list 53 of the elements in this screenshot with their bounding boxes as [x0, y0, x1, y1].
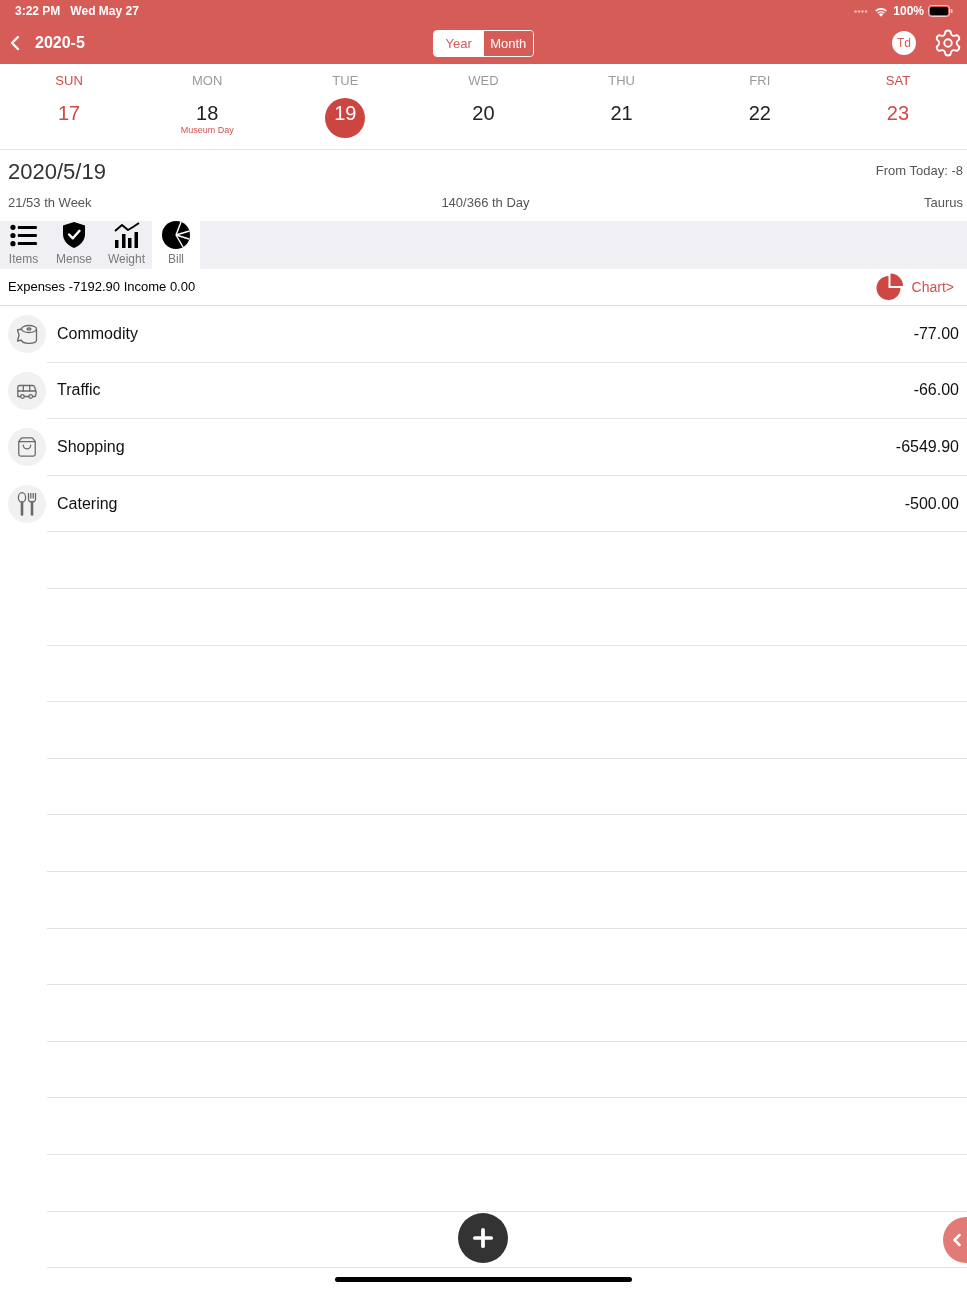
weekday-label: FRI	[749, 73, 771, 89]
pie-chart-icon	[162, 221, 190, 249]
weekday-label: TUE	[332, 73, 359, 89]
day-of-year: 140/366 th Day	[441, 194, 530, 213]
settings-icon[interactable]	[933, 28, 963, 58]
holiday-label: Museum Day	[180, 125, 234, 136]
status-date: Wed May 27	[70, 3, 139, 20]
shopping-bag-icon	[8, 428, 46, 467]
bar-chart-icon	[113, 222, 140, 248]
category-name: Catering	[57, 493, 118, 514]
bill-amount: -6549.90	[895, 437, 959, 457]
weekday-label: WED	[468, 73, 499, 89]
category-name: Commodity	[57, 323, 138, 344]
zodiac-sign: Taurus	[923, 194, 963, 213]
wifi-icon	[874, 5, 889, 17]
bus-icon	[8, 371, 46, 410]
date-button[interactable]: 17	[57, 101, 81, 125]
pie-chart-icon[interactable]	[875, 273, 904, 301]
category-name: Traffic	[57, 380, 101, 401]
weekday-label: SUN	[55, 73, 83, 89]
chart-link[interactable]: Chart>	[911, 276, 954, 298]
battery-percent: 100%	[893, 3, 924, 20]
segment-tab[interactable]: Year	[434, 31, 484, 56]
spoon-fork-icon	[8, 485, 46, 524]
segmented-control[interactable]: Year Month	[433, 30, 534, 57]
status-time: 3:22 PM	[15, 3, 61, 20]
date-button[interactable]: 20	[472, 101, 495, 125]
totals-summary: Expenses -7192.90 Income 0.00	[8, 278, 196, 297]
days-from-today: From Today: -8	[875, 162, 963, 181]
bill-amount: -66.00	[913, 380, 959, 401]
toilet-paper-icon	[8, 315, 46, 354]
bill-amount: -77.00	[913, 323, 959, 344]
category-name: Shopping	[57, 437, 125, 457]
battery-icon	[928, 5, 953, 17]
tab-button[interactable]: Bill	[152, 221, 200, 269]
shield-check-icon	[63, 222, 85, 248]
side-panel-button[interactable]	[943, 1217, 967, 1263]
signal-icon	[854, 9, 869, 13]
date-button[interactable]: 22	[748, 101, 771, 125]
date-button[interactable]: 19	[325, 98, 366, 138]
week-of-year: 21/53 th Week	[8, 194, 92, 213]
bill-amount: -500.00	[904, 493, 959, 514]
date-button[interactable]: 21	[610, 101, 633, 125]
date-button[interactable]: 18	[196, 101, 219, 125]
today-button[interactable]: Td	[892, 31, 916, 55]
list-icon	[10, 223, 37, 247]
date-button[interactable]: 23	[886, 101, 910, 125]
weekday-label: THU	[608, 73, 635, 89]
month-title: 2020-5	[35, 33, 85, 53]
weekday-label: SAT	[885, 73, 911, 89]
add-button[interactable]	[458, 1213, 508, 1263]
selected-date: 2020/5/19	[8, 157, 106, 186]
weekday-label: MON	[192, 73, 223, 89]
